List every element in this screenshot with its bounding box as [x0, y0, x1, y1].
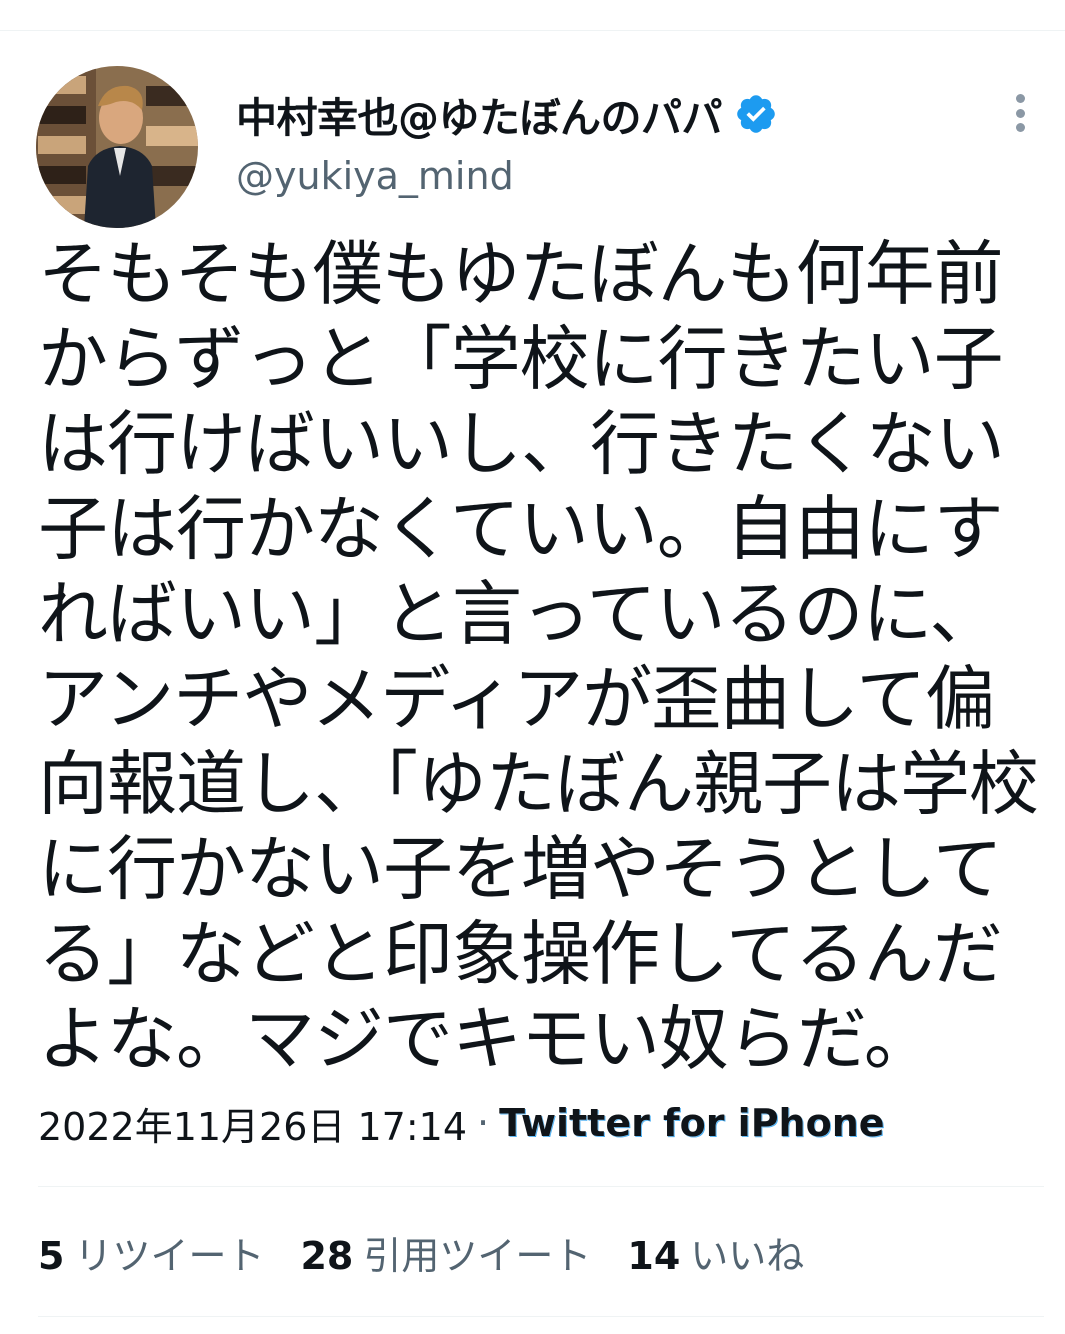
quote-tweets-count: 28 — [300, 1233, 354, 1278]
likes-count: 14 — [627, 1233, 681, 1278]
tweet-timestamp[interactable]: 2022年11月26日 17:14 — [38, 1096, 467, 1151]
vertical-dots-icon — [1015, 94, 1025, 103]
tweet-meta: 2022年11月26日 17:14 · Twitter for iPhone — [38, 1096, 885, 1151]
retweets-label: リツイート — [74, 1233, 265, 1278]
divider — [38, 1316, 1044, 1317]
vertical-dots-icon — [1015, 123, 1025, 132]
likes-stat[interactable]: 14 いいね — [627, 1225, 804, 1280]
tweet-source-link[interactable]: Twitter for iPhone — [499, 1101, 884, 1145]
author-name-row[interactable]: 中村幸也@ゆたぼんのパパ — [236, 82, 778, 146]
verified-badge-icon — [734, 92, 778, 136]
author-handle[interactable]: @yukiya_mind — [236, 154, 514, 198]
retweets-stat[interactable]: 5 リツイート — [38, 1225, 264, 1280]
more-options-button[interactable] — [1000, 88, 1040, 138]
engagement-stats: 5 リツイート 28 引用ツイート 14 いいね — [38, 1222, 804, 1282]
tweet-text: そもそも僕もゆたぼんも何年前からずっと「学校に行きたい子は行けばいいし、行きたく… — [38, 233, 1039, 1080]
vertical-dots-icon — [1015, 108, 1025, 118]
quote-tweets-label: 引用ツイート — [363, 1233, 592, 1278]
top-divider — [0, 30, 1065, 31]
likes-label: いいね — [690, 1233, 805, 1278]
divider — [38, 1186, 1044, 1187]
profile-photo-icon — [36, 66, 198, 228]
meta-separator: · — [477, 1101, 490, 1145]
retweets-count: 5 — [38, 1233, 65, 1278]
quote-tweets-stat[interactable]: 28 引用ツイート — [300, 1225, 591, 1280]
avatar[interactable] — [36, 66, 198, 228]
display-name[interactable]: 中村幸也@ゆたぼんのパパ — [236, 84, 723, 144]
